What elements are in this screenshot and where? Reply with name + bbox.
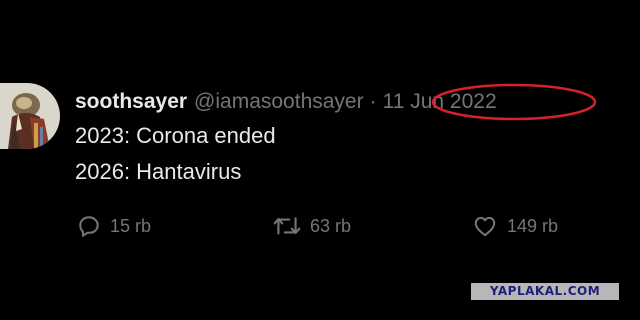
tweet[interactable]: soothsayer @iamasoothsayer · 11 Jun 2022… — [0, 0, 640, 320]
avatar-image — [0, 83, 60, 149]
tweet-text-line: 2023: Corona ended — [75, 123, 276, 148]
tweet-text-line: 2026: Hantavirus — [75, 159, 242, 184]
display-name[interactable]: soothsayer — [75, 90, 187, 114]
tweet-header: soothsayer @iamasoothsayer · 11 Jun 2022 — [75, 87, 497, 117]
retweet-button[interactable]: 63 rb — [272, 212, 351, 240]
like-button[interactable]: 149 rb — [471, 212, 558, 240]
speech-bubble-icon — [79, 216, 99, 237]
user-handle[interactable]: @iamasoothsayer — [194, 90, 364, 114]
avatar[interactable] — [0, 83, 60, 149]
watermark: YAPLAKAL.COM — [471, 283, 619, 300]
heart-icon — [474, 216, 496, 237]
header-separator: · — [369, 90, 377, 113]
tweet-actions: 15 rb 63 rb 149 rb — [0, 212, 640, 240]
reply-button[interactable]: 15 rb — [76, 212, 151, 240]
retweet-arrows-icon — [273, 217, 301, 235]
tweet-date[interactable]: 11 Jun 2022 — [383, 90, 497, 114]
retweet-count: 63 rb — [310, 215, 352, 236]
like-count: 149 rb — [507, 215, 559, 236]
reply-count: 15 rb — [110, 215, 152, 236]
